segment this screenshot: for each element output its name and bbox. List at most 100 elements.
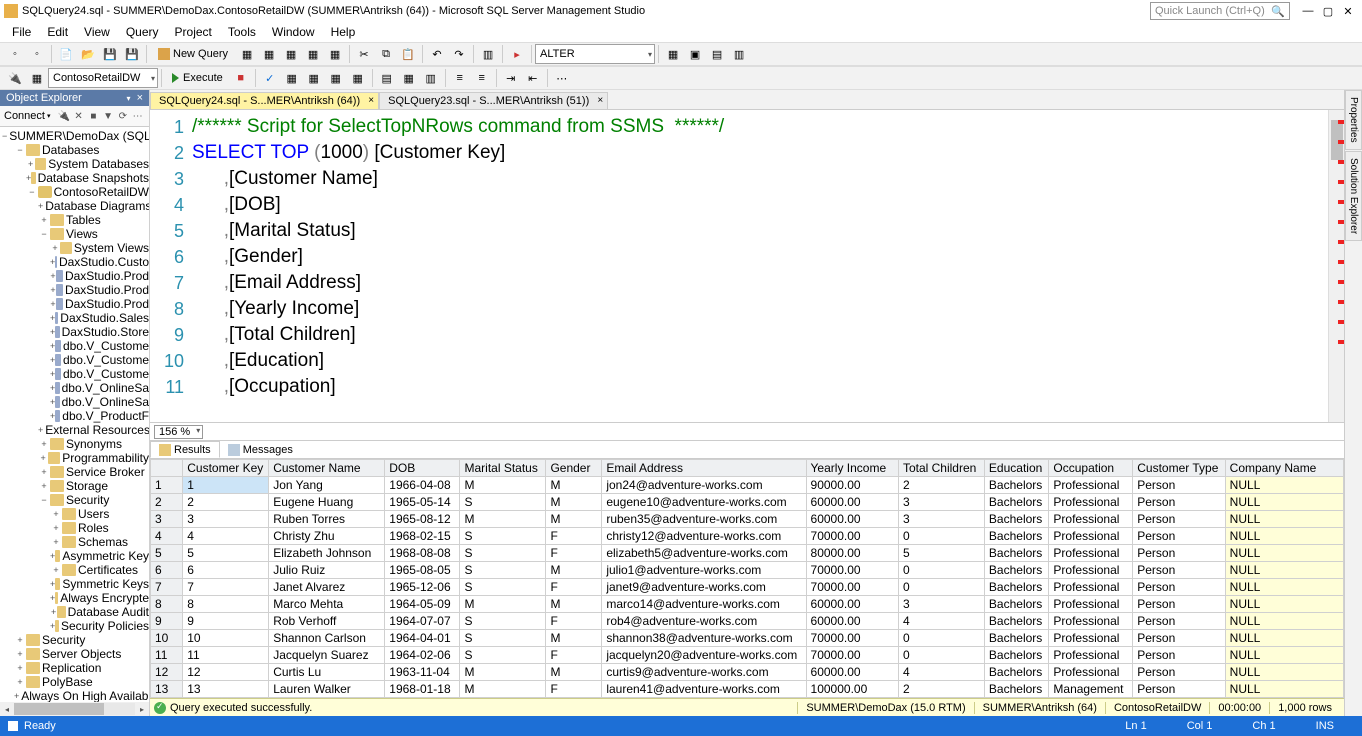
object-explorer-tree[interactable]: −SUMMER\DemoDax (SQL Serv−Databases+Syst… — [0, 127, 149, 702]
grid-header-4[interactable]: Marital Status — [460, 460, 546, 477]
comment-button[interactable]: ≡ — [450, 68, 470, 88]
grid-row[interactable]: 55Elizabeth Johnson1968-08-08SFelizabeth… — [151, 545, 1344, 562]
grid-row[interactable]: 11Jon Yang1966-04-08MMjon24@adventure-wo… — [151, 477, 1344, 494]
tree-node-17[interactable]: +dbo.V_OnlineSa — [0, 381, 149, 395]
forward-button[interactable]: ◦ — [27, 44, 47, 64]
tree-node-9[interactable]: +DaxStudio.Prod — [0, 269, 149, 283]
sql-editor[interactable]: 1234567891011 /****** Script for SelectT… — [150, 110, 1344, 422]
outdent-button[interactable]: ⇤ — [523, 68, 543, 88]
messages-tab[interactable]: Messages — [220, 441, 301, 458]
parse-button[interactable]: ✓ — [260, 68, 280, 88]
analysis-query-button[interactable]: ▦ — [259, 44, 279, 64]
tree-node-33[interactable]: +Database Audit — [0, 605, 149, 619]
object-explorer-close-button[interactable]: × — [137, 92, 143, 104]
close-button[interactable]: ✕ — [1338, 5, 1358, 18]
cancel-query-button[interactable]: ■ — [231, 68, 251, 88]
save-button[interactable]: 💾 — [100, 44, 120, 64]
tree-node-13[interactable]: +DaxStudio.Store — [0, 325, 149, 339]
refresh-icon[interactable]: ⟳ — [117, 108, 130, 124]
live-stats-button[interactable]: ▦ — [326, 68, 346, 88]
tree-node-4[interactable]: +Database Diagrams — [0, 199, 149, 213]
alter-combo[interactable]: ALTER▾ — [535, 44, 655, 64]
redo-button[interactable]: ↷ — [449, 44, 469, 64]
grid-row[interactable]: 1212Curtis Lu1963-11-04MMcurtis9@adventu… — [151, 664, 1344, 681]
tree-node-22[interactable]: +Programmability — [0, 451, 149, 465]
script-button-3[interactable]: ▤ — [707, 44, 727, 64]
tree-node-6[interactable]: −Views — [0, 227, 149, 241]
paste-button[interactable]: 📋 — [398, 44, 418, 64]
grid-row[interactable]: 1111Jacquelyn Suarez1964-02-06SFjacquely… — [151, 647, 1344, 664]
tree-node-11[interactable]: +DaxStudio.Prod — [0, 297, 149, 311]
grid-row[interactable]: 44Christy Zhu1968-02-15SFchristy12@adven… — [151, 528, 1344, 545]
tree-node-0[interactable]: −Databases — [0, 143, 149, 157]
results-grid[interactable]: Customer KeyCustomer NameDOBMarital Stat… — [150, 458, 1344, 698]
grid-header-3[interactable]: DOB — [385, 460, 460, 477]
editor-vscroll[interactable] — [1328, 110, 1344, 422]
grid-header-8[interactable]: Total Children — [898, 460, 984, 477]
disconnect-icon[interactable]: ✕ — [72, 108, 85, 124]
menu-tools[interactable]: Tools — [220, 25, 264, 39]
execute-button[interactable]: Execute — [166, 68, 229, 88]
tree-node-2[interactable]: +Database Snapshots — [0, 171, 149, 185]
stop-icon[interactable]: ■ — [87, 108, 100, 124]
tree-node-19[interactable]: +dbo.V_ProductF — [0, 409, 149, 423]
cut-button[interactable]: ✂ — [354, 44, 374, 64]
summary-icon[interactable]: ⋯ — [131, 108, 144, 124]
tree-node-32[interactable]: +Always Encrypte — [0, 591, 149, 605]
maximize-button[interactable]: ▢ — [1318, 5, 1338, 18]
menu-file[interactable]: File — [4, 25, 39, 39]
include-plan-button[interactable]: ▦ — [304, 68, 324, 88]
tree-node-14[interactable]: +dbo.V_Custome — [0, 339, 149, 353]
zoom-combo[interactable]: 156 % — [154, 425, 203, 439]
db-engine-query-button[interactable]: ▦ — [237, 44, 257, 64]
tree-node-39[interactable]: +Always On High Availabilit — [0, 689, 149, 702]
grid-row[interactable]: 77Janet Alvarez1965-12-06SFjanet9@advent… — [151, 579, 1344, 596]
side-tab-properties[interactable]: Properties — [1345, 90, 1362, 150]
script-button-1[interactable]: ▦ — [663, 44, 683, 64]
undo-button[interactable]: ↶ — [427, 44, 447, 64]
results-to-grid-button[interactable]: ▦ — [399, 68, 419, 88]
tree-node-25[interactable]: −Security — [0, 493, 149, 507]
object-explorer-hscroll[interactable]: ◂▸ — [0, 702, 149, 716]
tree-node-3[interactable]: −ContosoRetailDW — [0, 185, 149, 199]
tree-node-36[interactable]: +Server Objects — [0, 647, 149, 661]
copy-button[interactable]: ⧉ — [376, 44, 396, 64]
grid-row[interactable]: 33Ruben Torres1965-08-12MMruben35@advent… — [151, 511, 1344, 528]
grid-row[interactable]: 1414Ian Jenkins1968-08-06MMian47@adventu… — [151, 698, 1344, 699]
tree-node-23[interactable]: +Service Broker — [0, 465, 149, 479]
display-plan-button[interactable]: ▦ — [282, 68, 302, 88]
new-query-button[interactable]: New Query — [151, 44, 235, 64]
grid-row[interactable]: 99Rob Verhoff1964-07-07SFrob4@adventure-… — [151, 613, 1344, 630]
indent-button[interactable]: ⇥ — [501, 68, 521, 88]
grid-header-9[interactable]: Education — [984, 460, 1048, 477]
tree-root[interactable]: −SUMMER\DemoDax (SQL Serv — [0, 129, 149, 143]
tree-node-10[interactable]: +DaxStudio.Prod — [0, 283, 149, 297]
grid-row[interactable]: 22Eugene Huang1965-05-14SMeugene10@adven… — [151, 494, 1344, 511]
grid-header-11[interactable]: Customer Type — [1133, 460, 1225, 477]
connect-button[interactable]: Connect — [4, 110, 45, 122]
specify-values-button[interactable]: ⋯ — [552, 68, 572, 88]
tree-node-18[interactable]: +dbo.V_OnlineSa — [0, 395, 149, 409]
grid-header-0[interactable] — [151, 460, 183, 477]
database-combo[interactable]: ContosoRetailDW▾ — [48, 68, 158, 88]
results-tab[interactable]: Results — [150, 441, 220, 458]
document-tab-1[interactable]: SQLQuery23.sql - S...MER\Antriksh (51))× — [379, 92, 608, 109]
tree-node-12[interactable]: +DaxStudio.Sales — [0, 311, 149, 325]
grid-header-5[interactable]: Gender — [546, 460, 602, 477]
tree-node-8[interactable]: +DaxStudio.Custo — [0, 255, 149, 269]
tree-node-5[interactable]: +Tables — [0, 213, 149, 227]
grid-header-1[interactable]: Customer Key — [183, 460, 269, 477]
grid-header-10[interactable]: Occupation — [1049, 460, 1133, 477]
menu-edit[interactable]: Edit — [39, 25, 76, 39]
back-button[interactable]: ◦ — [5, 44, 25, 64]
menu-view[interactable]: View — [76, 25, 118, 39]
tree-node-24[interactable]: +Storage — [0, 479, 149, 493]
xmla-query-button[interactable]: ▦ — [325, 44, 345, 64]
tree-node-27[interactable]: +Roles — [0, 521, 149, 535]
minimize-button[interactable]: — — [1298, 5, 1318, 17]
new-item-button[interactable]: 📄 — [56, 44, 76, 64]
tree-node-29[interactable]: +Asymmetric Key — [0, 549, 149, 563]
tree-node-31[interactable]: +Symmetric Keys — [0, 577, 149, 591]
results-to-file-button[interactable]: ▥ — [421, 68, 441, 88]
mdx-query-button[interactable]: ▦ — [281, 44, 301, 64]
